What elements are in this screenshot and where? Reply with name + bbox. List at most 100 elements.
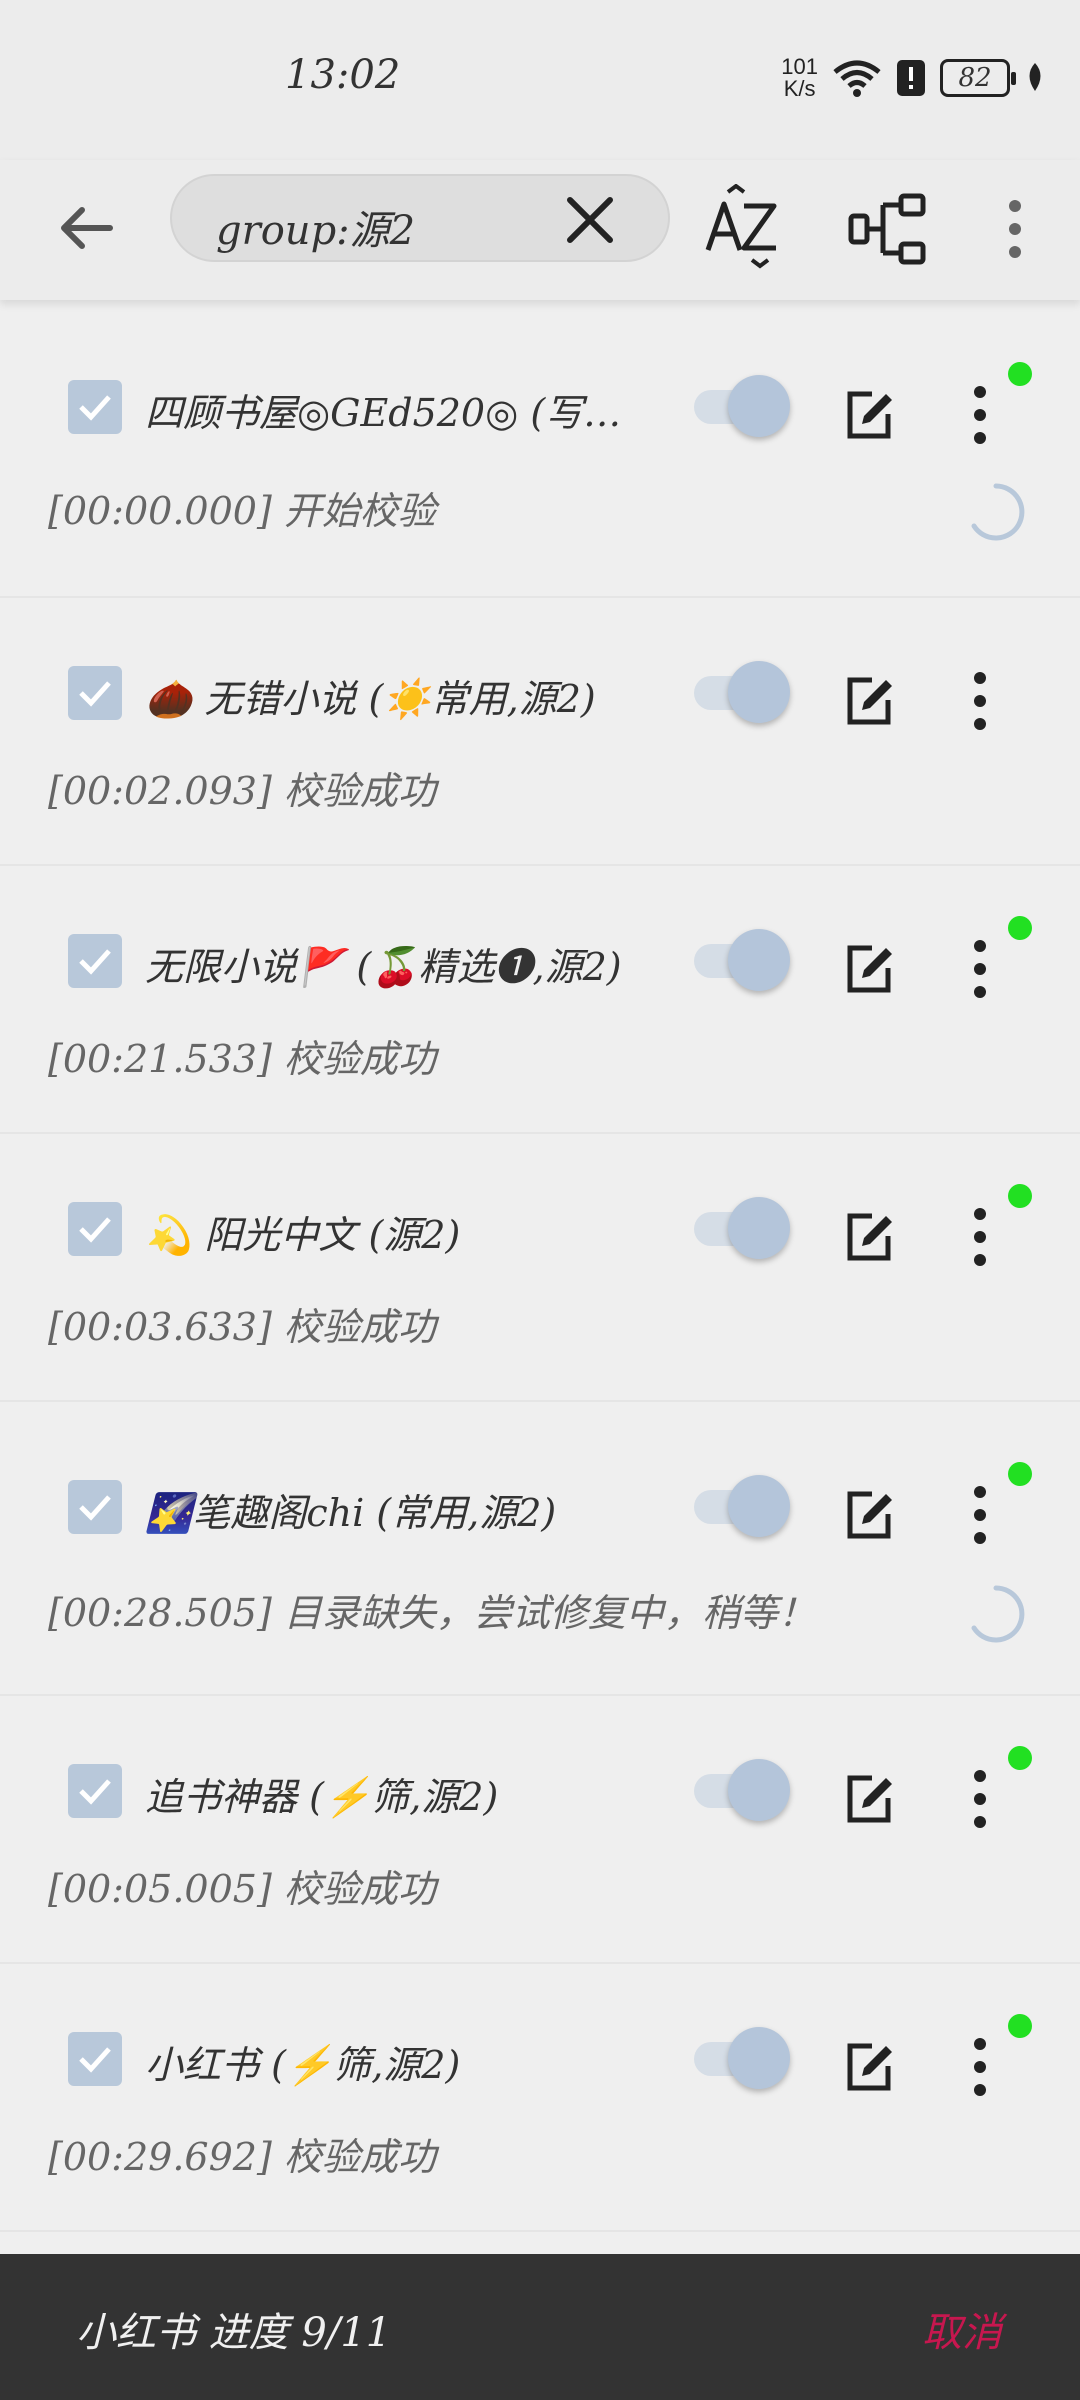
wifi-icon — [833, 60, 881, 97]
item-checkbox[interactable] — [68, 380, 122, 434]
enable-toggle[interactable] — [690, 370, 790, 440]
search-input[interactable]: group:源2 — [216, 198, 415, 256]
item-more-button[interactable] — [960, 934, 1000, 1004]
item-status: [00:28.505] 目录缺失，尝试修复中，稍等！ — [48, 1591, 816, 1635]
item-name: 🌰 无错小说 (☀️常用,源2) — [145, 677, 596, 721]
online-dot — [1008, 362, 1032, 386]
cancel-button[interactable]: 取消 — [922, 2300, 1002, 2358]
item-name: 小红书 (⚡筛,源2) — [145, 2043, 461, 2087]
item-checkbox[interactable] — [68, 1202, 122, 1256]
online-dot — [1008, 1184, 1032, 1208]
item-checkbox[interactable] — [68, 1480, 122, 1534]
leaf-icon — [1029, 63, 1041, 91]
item-more-button[interactable] — [960, 1480, 1000, 1550]
list-item[interactable]: 🌰 无错小说 (☀️常用,源2) [00:02.093] 校验成功 — [0, 598, 1080, 866]
more-vertical-icon — [974, 1208, 986, 1266]
progress-text: 小红书 进度 9/11 — [76, 2310, 392, 2356]
edit-button[interactable] — [840, 2038, 900, 2098]
sort-az-icon — [705, 183, 777, 269]
list-item[interactable]: 🌠笔趣阁chi (常用,源2) [00:28.505] 目录缺失，尝试修复中，稍… — [0, 1402, 1080, 1696]
edit-icon — [847, 391, 892, 439]
toolbar: group:源2 — [0, 160, 1080, 300]
item-status: [00:05.005] 校验成功 — [48, 1867, 436, 1911]
more-vertical-icon — [1009, 200, 1021, 258]
edit-button[interactable] — [840, 1208, 900, 1268]
item-name: 四顾书屋◎GEd520◎ (写… — [145, 391, 622, 435]
status-icons: 101 K/s 82 — [781, 56, 1046, 100]
back-button[interactable] — [48, 188, 128, 268]
loading-spinner-icon — [971, 483, 1025, 541]
item-status: [00:03.633] 校验成功 — [48, 1305, 436, 1349]
list-item[interactable]: 追书神器 (⚡筛,源2) [00:05.005] 校验成功 — [0, 1696, 1080, 1964]
item-more-button[interactable] — [960, 1764, 1000, 1834]
check-icon — [79, 949, 111, 975]
edit-button[interactable] — [840, 940, 900, 1000]
battery-icon: 82 — [940, 59, 1016, 97]
enable-toggle[interactable] — [690, 924, 790, 994]
item-more-button[interactable] — [960, 666, 1000, 736]
edit-button[interactable] — [840, 386, 900, 446]
more-vertical-icon — [974, 1486, 986, 1544]
online-dot — [1008, 2014, 1032, 2038]
item-status: [00:29.692] 校验成功 — [48, 2135, 436, 2179]
online-dot — [1008, 1462, 1032, 1486]
progress-bar: 小红书 进度 9/11 取消 — [0, 2254, 1080, 2400]
item-name: 无限小说🚩 (🍒精选❶,源2) — [145, 945, 622, 989]
item-checkbox[interactable] — [68, 2032, 122, 2086]
source-list: 四顾书屋◎GEd520◎ (写… [00:00.000] 开始校验 🌰 无错小说… — [0, 300, 1080, 2232]
item-name: 追书神器 (⚡筛,源2) — [145, 1775, 499, 1819]
item-more-button[interactable] — [960, 1202, 1000, 1272]
item-status: [00:00.000] 开始校验 — [48, 489, 436, 533]
item-more-button[interactable] — [960, 2032, 1000, 2102]
online-dot — [1008, 1746, 1032, 1770]
list-item[interactable]: 无限小说🚩 (🍒精选❶,源2) [00:21.533] 校验成功 — [0, 866, 1080, 1134]
item-name: 💫 阳光中文 (源2) — [145, 1213, 461, 1257]
clear-search-button[interactable] — [560, 190, 620, 250]
net-speed: 101 K/s — [781, 54, 818, 101]
enable-toggle[interactable] — [690, 1192, 790, 1262]
edit-icon — [847, 945, 892, 993]
edit-icon — [847, 1491, 892, 1539]
enable-toggle[interactable] — [690, 2022, 790, 2092]
more-vertical-icon — [974, 1770, 986, 1828]
item-status: [00:02.093] 校验成功 — [48, 769, 436, 813]
enable-toggle[interactable] — [690, 1754, 790, 1824]
more-vertical-icon — [974, 386, 986, 444]
group-button[interactable] — [845, 184, 935, 274]
edit-icon — [847, 677, 892, 725]
status-time: 13:02 — [285, 52, 401, 98]
enable-toggle[interactable] — [690, 1470, 790, 1540]
alert-icon — [897, 60, 925, 96]
check-icon — [79, 395, 111, 421]
check-icon — [79, 2047, 111, 2073]
list-item[interactable]: 💫 阳光中文 (源2) [00:03.633] 校验成功 — [0, 1134, 1080, 1402]
check-icon — [79, 1779, 111, 1805]
check-icon — [79, 681, 111, 707]
hierarchy-icon — [848, 193, 926, 265]
list-item[interactable]: 四顾书屋◎GEd520◎ (写… [00:00.000] 开始校验 — [0, 300, 1080, 598]
list-item[interactable]: 小红书 (⚡筛,源2) [00:29.692] 校验成功 — [0, 1964, 1080, 2232]
close-icon — [567, 197, 613, 243]
edit-button[interactable] — [840, 1486, 900, 1546]
more-options-button[interactable] — [985, 184, 1045, 274]
item-checkbox[interactable] — [68, 666, 122, 720]
edit-icon — [847, 1213, 892, 1261]
search-box[interactable]: group:源2 — [170, 174, 670, 262]
online-dot — [1008, 916, 1032, 940]
more-vertical-icon — [974, 672, 986, 730]
edit-button[interactable] — [840, 1770, 900, 1830]
edit-icon — [847, 1775, 892, 1823]
item-more-button[interactable] — [960, 380, 1000, 450]
item-checkbox[interactable] — [68, 1764, 122, 1818]
check-icon — [79, 1217, 111, 1243]
edit-icon — [847, 2043, 892, 2091]
check-icon — [79, 1495, 111, 1521]
sort-button[interactable] — [700, 183, 790, 274]
edit-button[interactable] — [840, 672, 900, 732]
status-bar: 13:02 101 K/s 82 — [0, 0, 1080, 160]
enable-toggle[interactable] — [690, 656, 790, 726]
arrow-left-icon — [61, 207, 113, 249]
item-name: 🌠笔趣阁chi (常用,源2) — [145, 1491, 557, 1535]
loading-spinner-icon — [971, 1585, 1025, 1643]
item-checkbox[interactable] — [68, 934, 122, 988]
